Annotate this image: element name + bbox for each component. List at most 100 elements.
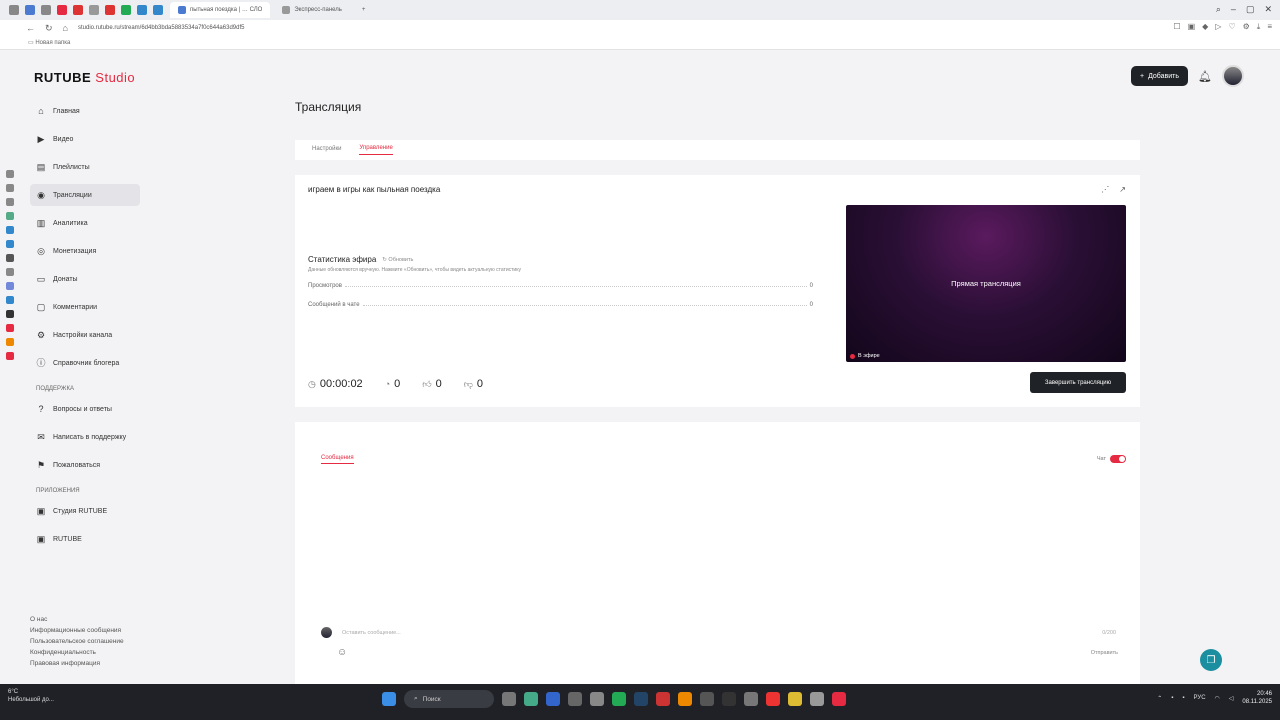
add-button[interactable]: + Добавить bbox=[1131, 66, 1189, 86]
footer-link[interactable]: Пользовательское соглашение bbox=[30, 636, 140, 647]
sidebar-app-icon[interactable] bbox=[6, 212, 14, 220]
sidebar-app-icon[interactable] bbox=[6, 352, 14, 360]
taskbar-app-icon[interactable] bbox=[656, 692, 670, 706]
heart-icon[interactable]: ♡ bbox=[1228, 22, 1235, 32]
pinned-tab-icon[interactable] bbox=[57, 5, 67, 15]
sidebar-app-icon[interactable] bbox=[6, 310, 14, 318]
end-stream-button[interactable]: Завершить трансляцию bbox=[1030, 372, 1126, 393]
tray-app-icon[interactable]: ▪ bbox=[1182, 695, 1184, 701]
footer-link[interactable]: Конфиденциальность bbox=[30, 647, 140, 658]
taskbar-app-icon[interactable] bbox=[832, 692, 846, 706]
taskbar-app-icon[interactable] bbox=[524, 692, 538, 706]
pinned-tab-icon[interactable] bbox=[89, 5, 99, 15]
stream-preview[interactable]: Прямая трансляция В эфире bbox=[846, 205, 1126, 362]
sidebar-app-icon[interactable] bbox=[6, 226, 14, 234]
sidebar-app-icon[interactable] bbox=[6, 170, 14, 178]
windows-start-icon[interactable] bbox=[382, 692, 396, 706]
download-icon[interactable]: ⤓ bbox=[1257, 22, 1261, 32]
wifi-icon[interactable]: ◠ bbox=[1215, 695, 1220, 702]
sidebar-app-icon[interactable] bbox=[6, 324, 14, 332]
search-icon[interactable]: ⌕ bbox=[1216, 4, 1221, 15]
steam-icon[interactable] bbox=[634, 692, 648, 706]
help-chat-button[interactable]: ❐ bbox=[1200, 649, 1222, 671]
pinned-tab-icon[interactable] bbox=[121, 5, 131, 15]
chevron-up-icon[interactable]: ⌃ bbox=[1157, 695, 1162, 702]
sidebar-item-report[interactable]: ⚑ Пожаловаться bbox=[30, 454, 140, 476]
task-view-icon[interactable] bbox=[502, 692, 516, 706]
message-input[interactable]: Оставить сообщение... bbox=[342, 630, 401, 636]
footer-link[interactable]: О нас bbox=[30, 614, 140, 625]
sidebar-item-channel-settings[interactable]: ⚙ Настройки канала bbox=[30, 324, 140, 346]
tab-settings[interactable]: Настройки bbox=[312, 146, 341, 155]
sidebar-app-icon[interactable] bbox=[6, 282, 14, 290]
sidebar-item-broadcasts[interactable]: ◉ Трансляции bbox=[30, 184, 140, 206]
sidebar-item-donations[interactable]: ▭ Донаты bbox=[30, 268, 140, 290]
rutube-studio-logo[interactable]: RUTUBE Studio bbox=[34, 70, 135, 85]
play-icon[interactable]: ▷ bbox=[1215, 22, 1221, 32]
weather-widget[interactable]: 6°C Небольшой до... bbox=[8, 688, 54, 704]
bell-icon[interactable]: 🔔︎ bbox=[1198, 70, 1212, 83]
extensions-icon[interactable]: ⚙ bbox=[1243, 22, 1250, 32]
taskbar-app-icon[interactable] bbox=[678, 692, 692, 706]
external-link-icon[interactable]: ↗ bbox=[1119, 185, 1126, 194]
chat-toggle[interactable] bbox=[1110, 455, 1126, 463]
sidebar-app-icon[interactable] bbox=[6, 296, 14, 304]
sidebar-item-comments[interactable]: ▢ Комментарии bbox=[30, 296, 140, 318]
yandex-browser-icon[interactable] bbox=[766, 692, 780, 706]
tray-app-icon[interactable]: ▪ bbox=[1171, 695, 1173, 701]
new-tab-icon[interactable]: + bbox=[354, 2, 374, 18]
pinned-tab-icon[interactable] bbox=[73, 5, 83, 15]
sidebar-app-icon[interactable] bbox=[6, 184, 14, 192]
sidebar-app-icon[interactable] bbox=[6, 254, 14, 262]
tab-messages[interactable]: Сообщения bbox=[321, 455, 354, 464]
avatar[interactable] bbox=[1222, 65, 1244, 87]
taskbar-app-icon[interactable] bbox=[722, 692, 736, 706]
browser-menu-icon[interactable] bbox=[9, 5, 19, 15]
taskbar-app-icon[interactable] bbox=[810, 692, 824, 706]
sidebar-app-icon[interactable] bbox=[6, 268, 14, 276]
browser-tab-active[interactable]: пытьная поездка | … СЛО bbox=[170, 2, 271, 18]
sidebar-item-contact-support[interactable]: ✉ Написать в поддержку bbox=[30, 426, 140, 448]
sidebar-app-icon[interactable] bbox=[6, 240, 14, 248]
camera-icon[interactable]: ▣ bbox=[1188, 22, 1196, 32]
pinned-tab-icon[interactable] bbox=[25, 5, 35, 15]
taskbar-search[interactable]: ⌕ Поиск bbox=[404, 690, 494, 708]
taskbar-app-icon[interactable] bbox=[788, 692, 802, 706]
refresh-button[interactable]: ↻ Обновить bbox=[382, 257, 413, 263]
language-indicator[interactable]: РУС bbox=[1194, 695, 1206, 701]
emoji-icon[interactable]: ☺ bbox=[337, 647, 347, 658]
tab-management[interactable]: Управление bbox=[359, 145, 393, 155]
pinned-tab-icon[interactable] bbox=[105, 5, 115, 15]
browser-tab[interactable]: Экспресс-панель bbox=[274, 2, 350, 18]
sidebar-item-studio-app[interactable]: ▣ Студия RUTUBE bbox=[30, 500, 140, 522]
maximize-icon[interactable]: ▢ bbox=[1246, 4, 1255, 15]
minimize-icon[interactable]: – bbox=[1231, 4, 1236, 15]
home-icon[interactable]: ⌂ bbox=[63, 23, 68, 33]
footer-link[interactable]: Правовая информация bbox=[30, 658, 140, 669]
clock[interactable]: 20:46 08.11.2025 bbox=[1242, 690, 1272, 706]
sidebar-item-faq[interactable]: ? Вопросы и ответы bbox=[30, 398, 140, 420]
sidebar-item-monetization[interactable]: ◎ Монетизация bbox=[30, 240, 140, 262]
pinned-tab-icon[interactable] bbox=[153, 5, 163, 15]
back-icon[interactable]: ← bbox=[26, 23, 35, 33]
taskbar-app-icon[interactable] bbox=[546, 692, 560, 706]
volume-icon[interactable]: ◁ bbox=[1229, 695, 1234, 702]
sidebar-app-icon[interactable] bbox=[6, 338, 14, 346]
bookmark-icon[interactable]: ☐ bbox=[1173, 22, 1180, 32]
pinned-tab-icon[interactable] bbox=[41, 5, 51, 15]
taskbar-app-icon[interactable] bbox=[590, 692, 604, 706]
sidebar-item-blogger-guide[interactable]: ⓘ Справочник блогера bbox=[30, 352, 140, 374]
footer-link[interactable]: Информационные сообщения bbox=[30, 625, 140, 636]
sidebar-item-home[interactable]: ⌂ Главная bbox=[30, 100, 140, 122]
sidebar-item-rutube-app[interactable]: ▣ RUTUBE bbox=[30, 528, 140, 550]
sidebar-app-icon[interactable] bbox=[6, 198, 14, 206]
menu-icon[interactable]: ≡ bbox=[1267, 22, 1272, 32]
taskbar-app-icon[interactable] bbox=[744, 692, 758, 706]
taskbar-app-icon[interactable] bbox=[568, 692, 582, 706]
reload-icon[interactable]: ↻ bbox=[45, 23, 53, 34]
sidebar-item-video[interactable]: ▶ Видео bbox=[30, 128, 140, 150]
share-icon[interactable]: ⋰ bbox=[1101, 185, 1109, 194]
close-icon[interactable]: ✕ bbox=[1264, 4, 1272, 15]
sidebar-item-playlists[interactable]: ▤ Плейлисты bbox=[30, 156, 140, 178]
taskbar-app-icon[interactable] bbox=[700, 692, 714, 706]
